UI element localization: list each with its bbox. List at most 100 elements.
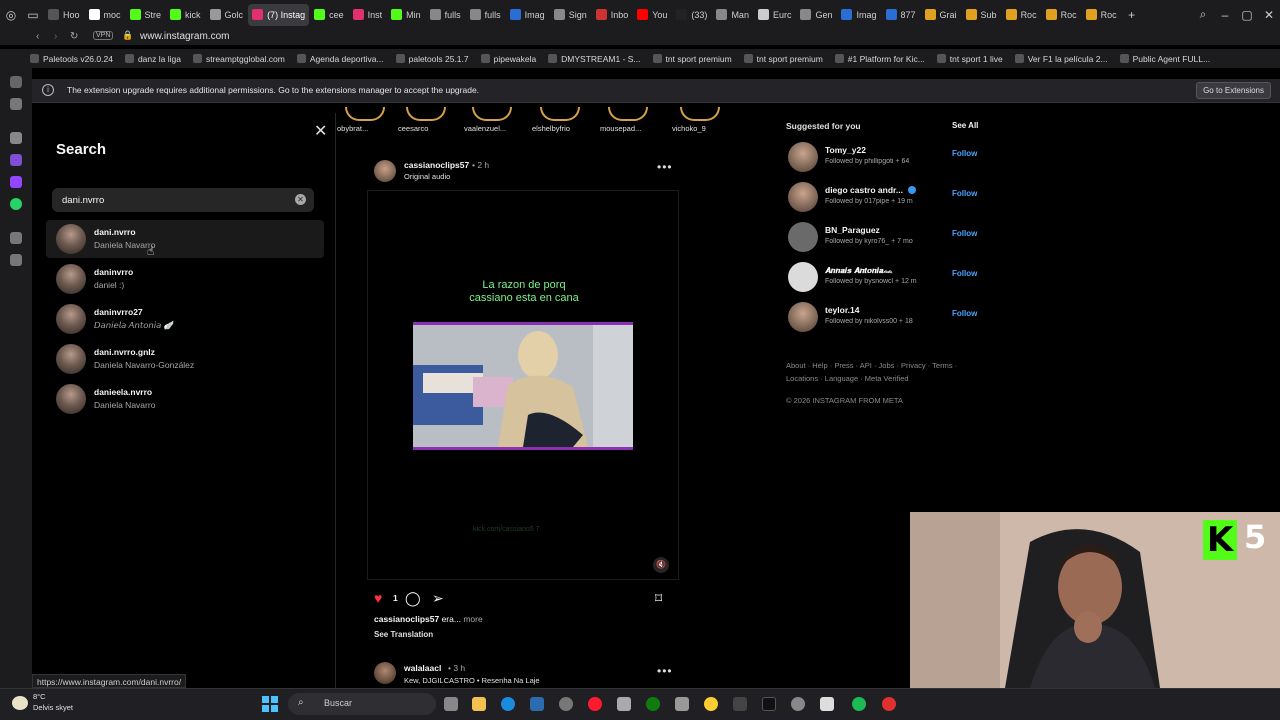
suggested-username[interactable]: BN_Paraguez (825, 225, 880, 235)
next-post-options-icon[interactable]: ••• (657, 664, 673, 678)
browser-tab[interactable]: Roc (1082, 4, 1121, 26)
search-input[interactable] (62, 188, 282, 212)
maximize-icon[interactable]: ▢ (1236, 8, 1258, 22)
app-icon[interactable] (675, 697, 689, 711)
follow-button[interactable]: Follow (952, 229, 977, 238)
suggested-user[interactable]: diego castro andr... Followed by 017pipe … (786, 182, 978, 214)
bookmark-item[interactable]: tnt sport 1 live (936, 54, 1003, 64)
app-icon-3[interactable] (882, 697, 896, 711)
bookmark-item[interactable]: DMYSTREAM1 - S... (548, 54, 641, 64)
browser-tab[interactable]: Roc (1002, 4, 1041, 26)
bookmark-item[interactable]: Agenda deportiva... (296, 54, 384, 64)
bookmark-item[interactable]: tnt sport premium (743, 54, 823, 64)
follow-button[interactable]: Follow (952, 269, 977, 278)
follow-button[interactable]: Follow (952, 189, 977, 198)
save-icon[interactable]: ⌑ (655, 590, 662, 607)
browser-tab[interactable]: kick (166, 4, 205, 26)
suggested-username[interactable]: diego castro andr... (825, 185, 903, 195)
bookmark-item[interactable]: Ver F1 la película 2... (1014, 54, 1108, 64)
next-post-audio-link[interactable]: Kew, DJGILCASTRO • Resenha Na Laje (404, 676, 540, 685)
bookmark-item[interactable]: Public Agent FULL... (1119, 54, 1210, 64)
post-options-icon[interactable]: ••• (657, 160, 673, 174)
settings-icon[interactable] (791, 697, 805, 711)
player-icon[interactable] (10, 232, 22, 244)
story-avatar[interactable] (540, 107, 580, 121)
story-username[interactable]: ceesarco (398, 124, 428, 133)
forward-icon[interactable]: › (54, 31, 57, 42)
footer-links[interactable]: About · Help · Press · API · Jobs · Priv… (786, 359, 986, 385)
messenger-icon[interactable] (10, 154, 22, 166)
suggested-user[interactable]: teylor.14 Followed by nikolvss00 + 18 Foll… (786, 302, 978, 334)
chatgpt-icon[interactable] (10, 132, 22, 144)
file-explorer-icon[interactable] (472, 697, 486, 711)
suggested-avatar[interactable] (788, 142, 818, 172)
url-field[interactable]: www.instagram.com (140, 29, 229, 45)
suggested-user[interactable]: BN_Paraguez Followed by kyro76_ + 7 mo Fol… (786, 222, 978, 254)
close-icon[interactable]: ✕ (314, 121, 327, 141)
story-username[interactable]: obybrat... (337, 124, 368, 133)
weather-icon[interactable] (12, 696, 28, 710)
suggested-user[interactable]: 𝘼𝙣𝙣𝙖𝙞𝙨 𝘼𝙣𝙩𝙤𝙣𝙞𝙖ᨐ Followed by bysnowcl + 12… (786, 262, 978, 294)
browser-tab[interactable]: Inbo (592, 4, 633, 26)
caption-more-link[interactable]: more (463, 614, 482, 624)
browser-tab[interactable]: Roc (1042, 4, 1081, 26)
follow-button[interactable]: Follow (952, 149, 977, 158)
story-avatar[interactable] (472, 107, 512, 121)
spotify-icon[interactable] (852, 697, 866, 711)
weather-desc[interactable]: Delvis skyet (33, 703, 73, 712)
post-avatar[interactable] (374, 160, 396, 182)
next-post-avatar[interactable] (374, 662, 396, 684)
browser-tab[interactable]: (7) Instag (248, 3, 310, 26)
browser-tab[interactable]: Inst (349, 4, 387, 26)
browser-tab[interactable]: Imag (837, 4, 880, 26)
windows-start-icon[interactable] (262, 696, 278, 712)
clear-search-icon[interactable]: ✕ (295, 194, 306, 205)
xbox-icon[interactable] (646, 697, 660, 711)
opera-icon[interactable] (588, 697, 602, 711)
search-result-item[interactable]: daninvrro daniel :) (46, 260, 324, 298)
browser-tab[interactable]: cee (310, 4, 348, 26)
go-to-extensions-button[interactable]: Go to Extensions (1196, 82, 1271, 99)
suggested-avatar[interactable] (788, 262, 818, 292)
calculator-icon[interactable] (617, 697, 631, 711)
browser-tab[interactable]: (33) (672, 4, 711, 26)
story-username[interactable]: mousepad... (600, 124, 641, 133)
browser-tab[interactable]: 877 (882, 4, 920, 26)
back-icon[interactable]: ‹ (36, 31, 39, 42)
suggested-username[interactable]: Tomy_y22 (825, 145, 866, 155)
new-tab-icon[interactable]: + (1121, 8, 1143, 22)
story-avatar[interactable] (345, 107, 385, 121)
bookmark-item[interactable]: tnt sport premium (652, 54, 732, 64)
vpn-badge[interactable]: VPN (93, 31, 114, 40)
post-video[interactable]: La razon de porq cassiano esta en cana k… (367, 190, 679, 580)
browser-tab[interactable]: Sign (550, 4, 591, 26)
post-audio-link[interactable]: Original audio (404, 172, 450, 181)
browser-tab[interactable]: Grai (921, 4, 961, 26)
browser-tab[interactable]: Sub (962, 4, 1001, 26)
search-result-item[interactable]: dani.nvrro.gnlz Daniela Navarro-González (46, 340, 324, 378)
suggested-avatar[interactable] (788, 302, 818, 332)
search-result-item[interactable]: daninvrro27 𝘋𝘢𝘯𝘪𝘦𝘭𝘢 𝘈𝘯𝘵𝘰𝘯𝘪𝘢 🪽 (46, 300, 324, 338)
share-icon[interactable]: ➢ (432, 590, 444, 607)
edge-icon[interactable] (501, 697, 515, 711)
bookmark-item[interactable]: danz la liga (124, 54, 181, 64)
capcut-icon[interactable] (733, 697, 747, 711)
bookmark-item[interactable]: streamptgglobal.com (192, 54, 285, 64)
bookmark-item[interactable]: #1 Platform for Kic... (834, 54, 925, 64)
story-username[interactable]: vichoko_9 (672, 124, 706, 133)
steam-icon[interactable] (559, 697, 573, 711)
browser-tab[interactable]: fulls (466, 4, 505, 26)
aria-icon[interactable] (10, 98, 22, 110)
reload-icon[interactable]: ↻ (70, 31, 78, 42)
tab-overview-icon[interactable]: ▭ (22, 8, 44, 22)
story-username[interactable]: elshelbyfrio (532, 124, 570, 133)
search-tabs-icon[interactable]: ⌕ (1192, 7, 1214, 22)
app-icon-2[interactable] (704, 697, 718, 711)
browser-tab[interactable]: moc (85, 4, 125, 26)
browser-tab[interactable]: Imag (506, 4, 549, 26)
suggested-user[interactable]: Tomy_y22 Followed by phillipgoti + 64 Foll… (786, 142, 978, 174)
home-icon[interactable] (10, 76, 22, 88)
search-result-item[interactable]: dani.nvrro Daniela Navarro (46, 220, 324, 258)
bookmark-item[interactable]: pipewakela (480, 54, 536, 64)
story-avatar[interactable] (406, 107, 446, 121)
